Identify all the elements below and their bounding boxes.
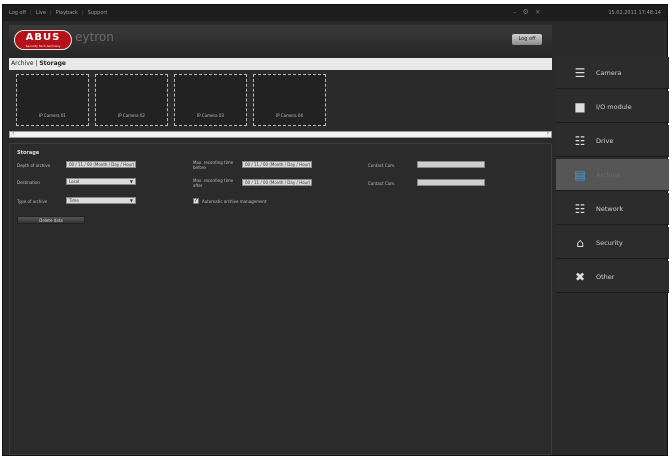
camera-tile-label: IP Camera 01 <box>39 113 66 118</box>
auto-archive-checkbox[interactable]: ✓ <box>193 198 199 204</box>
type-value: Time <box>69 198 79 203</box>
section-title: Storage <box>17 150 40 156</box>
contact1-label: Contact Cam. <box>368 163 396 168</box>
storage-panel: Storage Depth of archive 00 / 11 / 00 (M… <box>9 143 552 455</box>
chevron-down-icon: ▼ <box>129 179 133 184</box>
sidebar-item-security[interactable]: ⌂ Security <box>556 227 669 259</box>
breadcrumb-section[interactable]: Archive <box>11 60 33 67</box>
sidebar-item-label: Camera <box>596 68 622 77</box>
app-window: Log off | Live | Playback | Support – ⚙ … <box>2 4 669 456</box>
sidebar-item-archive[interactable]: ▤ Archive <box>556 159 669 191</box>
contact2-label: Contact Cam. <box>368 181 396 186</box>
window-controls: – ⚙ × <box>513 8 541 16</box>
playback-link[interactable]: Playback <box>56 10 78 16</box>
logo-text: ABUS <box>25 32 61 43</box>
contact2-input[interactable] <box>417 179 485 186</box>
camera-icon: ☰ <box>574 65 586 80</box>
io-module-icon: ■ <box>574 99 586 114</box>
destination-select[interactable]: Local ▼ <box>66 178 136 185</box>
camera-tile[interactable]: IP Camera 04 <box>253 74 326 126</box>
type-select[interactable]: Time ▼ <box>66 197 136 204</box>
menu-separator: | <box>30 10 32 16</box>
type-label: Type of archive <box>17 199 48 204</box>
max-after-label: Max. recording time after <box>193 178 234 188</box>
depth-input[interactable]: 00 / 11 / 00 (Month / Day / Hour) <box>66 161 136 168</box>
camera-scrollbar[interactable]: ‹ › <box>9 130 552 138</box>
network-icon: ☷ <box>574 201 586 216</box>
camera-tile-label: IP Camera 04 <box>276 113 303 118</box>
camera-tile[interactable]: IP Camera 03 <box>174 74 247 126</box>
sidebar-item-label: Drive <box>596 136 614 145</box>
settings-sidebar: ☰ Camera ■ I/O module ☷ Drive ▤ Archive … <box>556 57 669 293</box>
camera-tile-label: IP Camera 02 <box>118 113 145 118</box>
tools-icon: ✖ <box>574 269 586 284</box>
support-link[interactable]: Support <box>88 10 108 16</box>
drive-icon: ☷ <box>574 133 586 148</box>
minimize-icon[interactable]: – <box>513 8 517 16</box>
live-link[interactable]: Live <box>36 10 46 16</box>
max-before-label: Max. recording time before <box>193 160 234 170</box>
app-header: ABUS Security Tech Germany eytron Log of… <box>9 25 552 57</box>
max-before-input[interactable]: 00 / 11 / 00 (Month / Day / Hour) <box>242 161 312 168</box>
logoff-link[interactable]: Log off <box>9 10 26 16</box>
camera-tile[interactable]: IP Camera 01 <box>16 74 89 126</box>
sidebar-item-label: Other <box>596 272 615 281</box>
top-menu-bar: Log off | Live | Playback | Support – ⚙ … <box>3 5 667 21</box>
sidebar-item-other[interactable]: ✖ Other <box>556 261 669 293</box>
camera-tile[interactable]: IP Camera 02 <box>95 74 168 126</box>
archive-icon: ▤ <box>574 167 586 182</box>
logo-subtext: Security Tech Germany <box>25 44 61 48</box>
sidebar-item-drive[interactable]: ☷ Drive <box>556 125 669 157</box>
sidebar-item-camera[interactable]: ☰ Camera <box>556 57 669 89</box>
depth-label: Depth of archive <box>17 163 51 168</box>
max-after-input[interactable]: 00 / 11 / 00 (Month / Day / Hour) <box>242 179 312 186</box>
camera-tile-label: IP Camera 03 <box>197 113 224 118</box>
auto-archive-label: Automatic archive management <box>202 199 267 204</box>
sidebar-item-label: Network <box>596 204 624 213</box>
brand-name: eytron <box>75 30 114 44</box>
sidebar-item-io-module[interactable]: ■ I/O module <box>556 91 669 123</box>
destination-value: Local <box>69 179 80 184</box>
contact1-input[interactable] <box>417 161 485 168</box>
menu-separator: | <box>49 10 52 16</box>
top-menu: Log off | Live | Playback | Support <box>9 10 107 16</box>
logout-button[interactable]: Log off <box>512 34 542 45</box>
abus-logo: ABUS Security Tech Germany <box>14 30 72 50</box>
lock-icon: ⌂ <box>576 235 584 250</box>
datetime: 15.02.2011 17:48:14 <box>608 10 661 16</box>
scroll-left-icon[interactable]: ‹ <box>12 130 14 137</box>
delete-data-button[interactable]: Delete data <box>17 216 85 224</box>
sidebar-item-network[interactable]: ☷ Network <box>556 193 669 225</box>
sidebar-item-label: I/O module <box>596 102 632 111</box>
sidebar-item-label: Security <box>596 238 623 247</box>
sidebar-item-label: Archive <box>596 170 621 179</box>
close-icon[interactable]: × <box>535 8 541 16</box>
destination-label: Destination <box>17 180 40 185</box>
settings-icon[interactable]: ⚙ <box>523 8 529 16</box>
chevron-down-icon: ▼ <box>129 198 133 203</box>
menu-separator: | <box>81 10 84 16</box>
scroll-right-icon[interactable]: › <box>547 130 549 137</box>
breadcrumb-page: Storage <box>39 60 66 67</box>
breadcrumb: Archive | Storage <box>9 58 552 70</box>
